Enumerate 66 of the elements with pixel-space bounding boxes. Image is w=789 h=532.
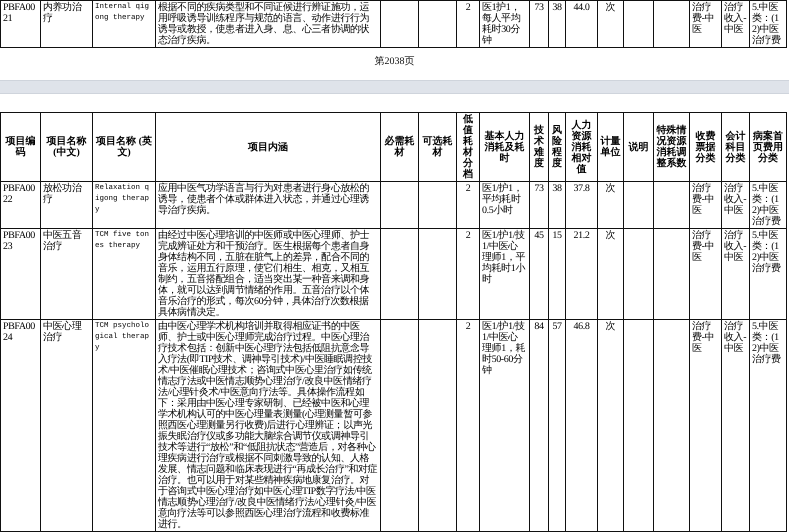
table-cell: 44.0: [566, 0, 598, 48]
table-cell: 医1/护1/技1/中医心理师1，耗时50-60分钟: [480, 320, 530, 532]
table-cell: 45: [530, 228, 548, 320]
column-header: 必需耗材: [380, 112, 418, 182]
table-cell: PBFA0022: [0, 182, 40, 228]
table-cell: 2: [456, 0, 480, 48]
table-cell: 中医五音治疗: [40, 228, 92, 320]
table-cell: 由经过中医心理培训的中医师或中医心理师、护士完成辨证处方和干预治疗。医生根据每个患者自身身体结构不同，五脏在脏气上的差异，配合不同的音乐，运用五行原理，使它们相生、相克，又相互制约，五音搭配组合，适当突出某一种音来调和身体，就可以达到调节情绪的作用。五音治疗以个体音乐治疗的形式，每次60分钟，具体治疗次数根据具体病情决定。: [156, 228, 380, 320]
table-cell: 46.8: [566, 320, 598, 532]
table-cell: 73: [530, 0, 548, 48]
column-header: 项目编码: [0, 112, 40, 182]
table-cell: 医1/护1/技1/中医心理师1，平均耗时1小时: [480, 228, 530, 320]
table-cell: 治疗收入-中医: [722, 228, 750, 320]
table-cell: PBFA0023: [0, 228, 40, 320]
column-header: 会计科目分类: [722, 112, 750, 182]
table-cell: 次: [598, 228, 624, 320]
column-header: 项目名称 (中文): [40, 112, 92, 182]
table-cell: 21.2: [566, 228, 598, 320]
column-header: 病案首页费用分类: [750, 112, 786, 182]
table-cell: 5.中医类：(12)中医治疗费: [750, 182, 786, 228]
table-cell: 根据不同的疾病类型和不同证候进行辨证施功，运用呼吸诱导训练程序与规范的语言、动作进行行为诱导或教授，使患者进入身、息、心三者协调的状态治疗疾病。: [156, 0, 380, 48]
table-cell: 2: [456, 228, 480, 320]
table-cell: 5.中医类：(12)中医治疗费: [750, 0, 786, 48]
column-header: 技术难度: [530, 112, 548, 182]
table-cell: 治疗费-中医: [690, 182, 722, 228]
table-cell: 放松功治疗: [40, 182, 92, 228]
page-number: 第2038页: [374, 56, 414, 67]
table-cell: 次: [598, 0, 624, 48]
table-cell: 应用中医气功学语言与行为对患者进行身心放松的诱导，使患者个体或群体进入状态，并通过心理诱导治疗疾病。: [156, 182, 380, 228]
column-header: 基本人力消耗及耗时: [480, 112, 530, 182]
table-cell: 治疗费-中医: [690, 320, 722, 532]
table-cell: 治疗费-中医: [690, 228, 722, 320]
table-cell: PBFA0024: [0, 320, 40, 532]
table-cell: 治疗收入-中医: [722, 0, 750, 48]
table-cell: 中医心理治疗: [40, 320, 92, 532]
column-header: 可选耗材: [418, 112, 456, 182]
table-cell: 医1护1，每人平均耗时30分钟: [480, 0, 530, 48]
table-cell: PBFA0021: [0, 0, 40, 48]
column-header: 说明: [624, 112, 654, 182]
table-cell: 治疗费-中医: [690, 0, 722, 48]
table-cell: 5.中医类：(12)中医治疗费: [750, 320, 786, 532]
column-header: 计量单位: [598, 112, 624, 182]
column-header: 低值耗材分档: [456, 112, 480, 182]
table-cell: 治疗收入-中医: [722, 320, 750, 532]
table-cell: 57: [548, 320, 566, 532]
column-header: 人力资源消耗相对值: [566, 112, 598, 182]
table-cell: 73: [530, 182, 548, 228]
table-cell: 次: [598, 182, 624, 228]
table-cell: 次: [598, 320, 624, 532]
table-cell: 38: [548, 182, 566, 228]
table-cell: 2: [456, 182, 480, 228]
table-cell: 37.8: [566, 182, 598, 228]
column-header: 风险程度: [548, 112, 566, 182]
column-header: 项目名称 (英文): [92, 112, 156, 182]
column-header: 特殊情况资源消耗调整系数: [654, 112, 690, 182]
table-cell: 15: [548, 228, 566, 320]
table-cell: 5.中医类：(12)中医治疗费: [750, 228, 786, 320]
table-cell: 2: [456, 320, 480, 532]
table-cell: 38: [548, 0, 566, 48]
column-header: 项目内涵: [156, 112, 380, 182]
table-cell: 治疗收入-中医: [722, 182, 750, 228]
column-header: 收费票据分类: [690, 112, 722, 182]
table-cell: 由中医心理学术机构培训并取得相应证书的中医师、护士或中医心理师完成治疗过程。中医心理治疗技术包括：创新中医心理疗法包括低阻抗意念导入疗法(即TIP技术、调神导引技术)/中医睡眠调控技术/中医催眠心理技术；咨询式中医心里治疗如传统情志疗法或中医情志顺势心理治疗/改良中医情绪疗法/心理针灸术/中医意向疗法等。具体操作流程如下：采用由中医心理专家研制、已经被中医和心理学术机构认可的中医心理量表测量(心理测量暂可参照西医心理测量另行收费)后进行心理辨证；以声光振失眠治疗仪或多功能大脑综合调节仪或调神导引技术等进行“放松”和“低阻抗状态”营造后，对各种心理疾病进行治疗或根据不同刺激导致的认知、人格发展、情志问题和临床表现进行“再成长治疗”和对症治疗。也可以用于对某些精神疾病地康复治疗。对于咨询式中医心理治疗如中医心理TIP数字疗法/中医情志顺势心理治疗/改良中医情绪疗法/心理针灸/中医意向疗法等可以参照西医心理治疗流程和收费标准进行。: [156, 320, 380, 532]
table-cell: 84: [530, 320, 548, 532]
table-cell: 内养功治疗: [40, 0, 92, 48]
table-cell: 医1/护1，平均耗时0.5小时: [480, 182, 530, 228]
